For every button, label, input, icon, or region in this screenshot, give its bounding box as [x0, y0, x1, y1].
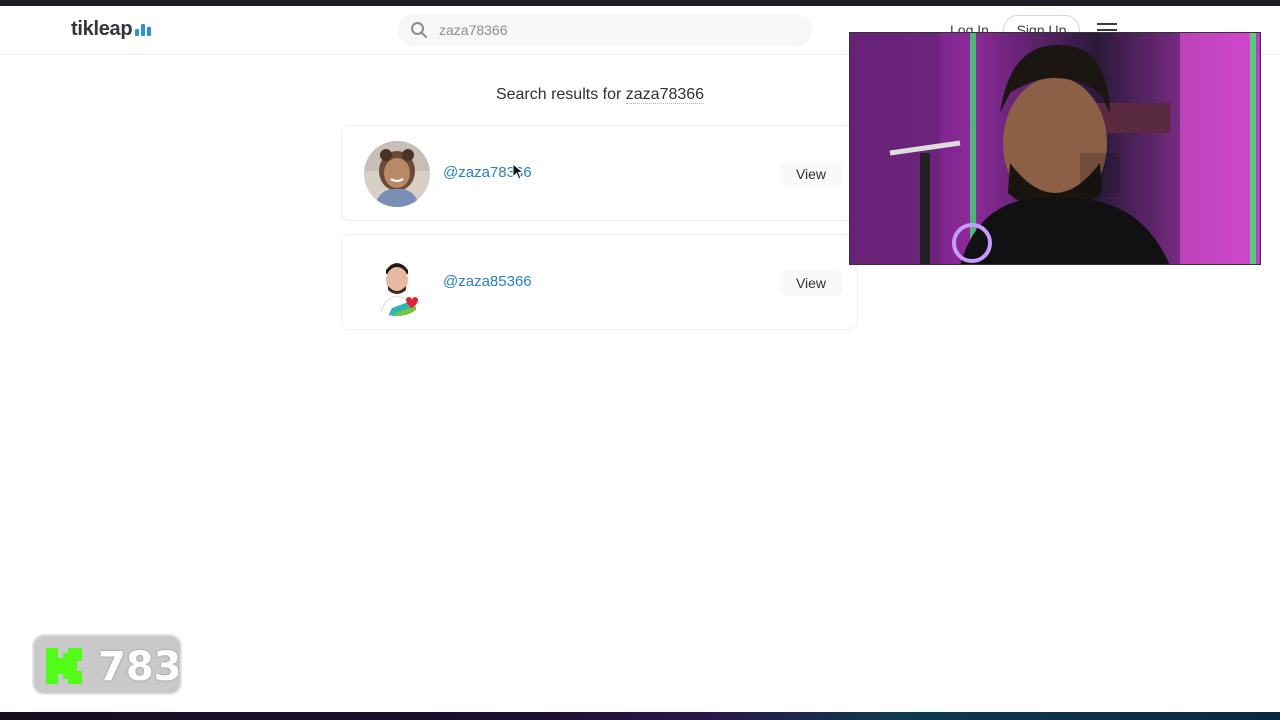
kick-viewer-badge: 783: [32, 634, 182, 695]
taskbar-strip: [0, 712, 1280, 720]
view-button[interactable]: View: [780, 161, 842, 187]
results-prefix: Search results for: [495, 86, 626, 103]
logo-text: tikleap: [71, 18, 133, 40]
bar-chart-icon: [135, 22, 152, 36]
tikleap-logo[interactable]: tikleap: [71, 18, 152, 40]
avatar[interactable]: [364, 250, 430, 316]
username-link[interactable]: @zaza85366: [443, 273, 532, 290]
search-input[interactable]: zaza78366: [398, 14, 812, 46]
avatar[interactable]: [364, 141, 430, 207]
search-value: zaza78366: [439, 22, 508, 38]
result-card[interactable]: @zaza78366 View: [341, 125, 858, 221]
result-card[interactable]: @zaza85366 View: [341, 234, 858, 330]
search-icon: [411, 22, 427, 38]
view-button[interactable]: View: [780, 270, 842, 296]
mouse-cursor-icon: [512, 163, 524, 180]
viewer-count: 783: [98, 644, 182, 690]
kick-logo-icon: [46, 648, 82, 684]
webcam-overlay: [849, 32, 1261, 265]
results-query: zaza78366: [625, 86, 705, 104]
